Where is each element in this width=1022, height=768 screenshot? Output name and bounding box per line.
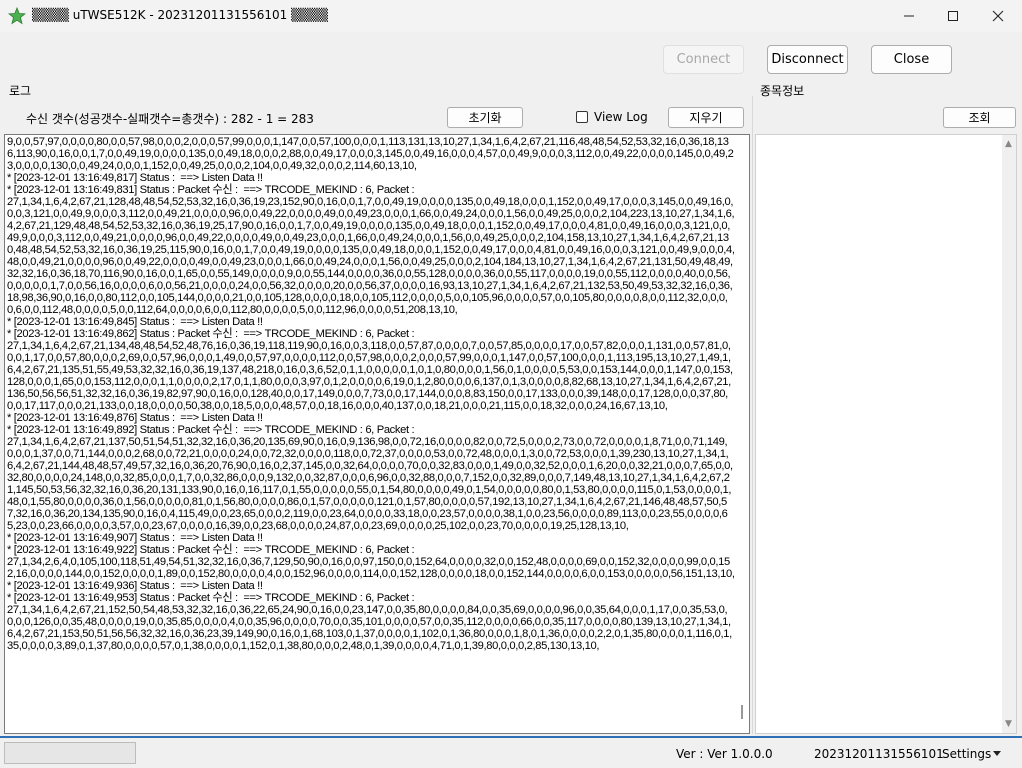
settings-menu[interactable]: Settings: [942, 747, 991, 761]
stock-info-list[interactable]: ▲ ▼: [755, 134, 1017, 734]
view-log-label[interactable]: View Log: [594, 110, 648, 124]
app-icon: [8, 7, 26, 25]
reset-button[interactable]: 초기화: [447, 107, 523, 128]
status-bar: Ver : Ver 1.0.0.0 20231201131556101 Sett…: [0, 736, 1022, 768]
minimize-icon[interactable]: [886, 0, 932, 32]
close-button[interactable]: Close: [871, 45, 952, 74]
vertical-scrollbar[interactable]: ▲ ▼: [1002, 135, 1016, 733]
log-content: 9,0,0,57,97,0,0,0,0,80,0,0,57,98,0,0,0,2…: [7, 136, 735, 652]
maximize-icon[interactable]: [930, 0, 976, 32]
scroll-up-icon[interactable]: ▲: [1005, 139, 1012, 149]
view-log-checkbox[interactable]: [576, 111, 588, 123]
text-cursor-icon: [741, 705, 743, 719]
clear-button[interactable]: 지우기: [668, 107, 744, 128]
log-group-label: 로그: [9, 84, 32, 98]
connect-button[interactable]: Connect: [663, 45, 744, 74]
scroll-down-icon[interactable]: ▼: [1005, 719, 1012, 729]
query-button[interactable]: 조회: [943, 107, 1016, 128]
close-icon[interactable]: [975, 0, 1021, 32]
session-id-text: 20231201131556101: [814, 747, 944, 761]
progress-bar: [4, 742, 136, 764]
disconnect-button[interactable]: Disconnect: [767, 45, 848, 74]
receive-count-text: 수신 갯수(성공갯수-실패갯수=총갯수) : 282 - 1 = 283: [26, 112, 314, 126]
chevron-down-icon[interactable]: [992, 751, 1002, 757]
log-textbox[interactable]: 9,0,0,57,97,0,0,0,0,80,0,0,57,98,0,0,0,2…: [4, 134, 750, 734]
stock-info-label: 종목정보: [760, 84, 805, 98]
title-bar: ▒▒▒▒ uTWSE512K - 20231201131556101 ▒▒▒▒: [0, 0, 1022, 32]
version-text: Ver : Ver 1.0.0.0: [676, 747, 773, 761]
window-title: ▒▒▒▒ uTWSE512K - 20231201131556101 ▒▒▒▒: [32, 8, 328, 22]
panel-divider: [752, 96, 753, 734]
